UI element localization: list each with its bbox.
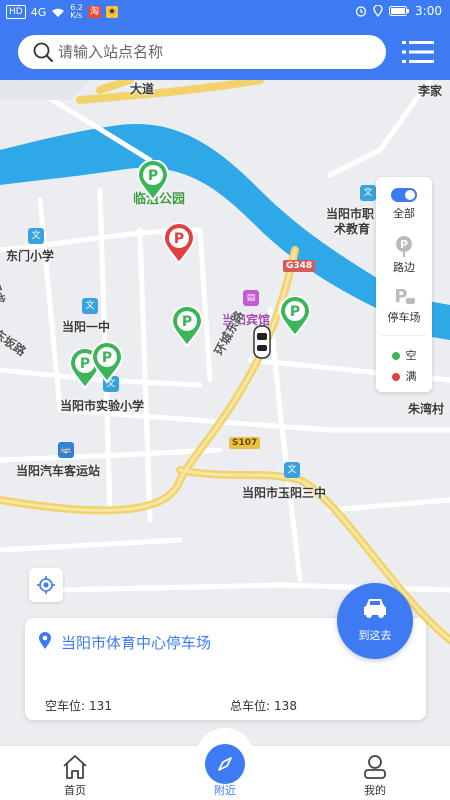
search-icon [33,42,53,62]
hotel-poi-icon: ▤ [243,290,259,306]
map-label-vocational-2: 术教育 [334,222,371,236]
legend-dot-red [391,373,400,381]
clock: 3:00 [415,4,442,18]
status-bar: HD 4G 6.2 K/s 淘 ★ 3:00 [0,0,450,24]
bus-poi-icon: 🚌 [58,442,74,458]
roadside-parking-icon: P [396,236,412,257]
svg-text:P: P [102,350,112,366]
empty-spaces-value: 131 [89,699,112,713]
filter-lot[interactable]: P 停车场 [376,285,432,325]
search-input[interactable] [58,43,358,61]
toggle-switch[interactable] [391,188,417,202]
app-notification-icon: 淘 [87,6,101,18]
header: HD 4G 6.2 K/s 淘 ★ 3:00 [0,0,450,80]
filter-lot-label: 停车场 [387,311,421,324]
locate-button[interactable] [29,568,63,602]
map-label-bus-station: 当阳汽车客运站 [16,464,101,478]
legend-full-label: 满 [405,370,417,383]
parking-pin-empty[interactable]: P [278,296,312,338]
legend-empty: 空 [376,347,432,363]
tab-home[interactable]: 首页 [30,746,120,800]
road-badge-g348: G348 [283,260,316,272]
empty-spaces-label: 空车位: [45,699,86,713]
empty-spaces: 空车位: 131 [45,697,112,714]
svg-text:P: P [182,314,192,330]
map-label-school-yizhong: 当阳一中 [62,320,111,334]
parking-pin-full[interactable]: P [162,223,196,265]
search-bar[interactable] [18,35,386,69]
svg-text:P: P [290,304,300,320]
divider [382,335,426,336]
filter-all[interactable]: 全部 [376,188,432,221]
map-label-top-road: 大道 [130,82,155,96]
current-location-car-icon [253,325,271,359]
map-label-village: 朱湾村 [408,402,445,416]
legend-full: 满 [376,368,432,384]
road-badge-s107: S107 [229,437,261,449]
svg-text:P: P [80,356,90,372]
parking-pin-empty[interactable]: P [90,342,124,384]
tab-mine-label: 我的 [364,784,386,797]
svg-text:P: P [400,238,408,251]
total-spaces: 总车位: 138 [230,697,297,714]
school-poi-icon: 文 [28,228,44,244]
legend-empty-label: 空 [405,349,417,362]
filter-roadside-label: 路边 [393,261,415,274]
location-pin-icon [39,632,51,649]
compass-icon [218,757,232,771]
map-label-top-right: 李家 [418,84,443,98]
list-menu-icon[interactable] [402,40,434,64]
total-spaces-value: 138 [274,699,297,713]
legend-dot-green [391,352,400,360]
parking-pin-empty[interactable]: P [136,160,170,202]
user-icon [364,755,386,779]
map-label-school-yuyang: 当阳市玉阳三中 [242,486,327,500]
car-icon [364,599,386,618]
navigate-button-label: 到这去 [358,629,392,642]
parking-lot-icon: P [394,286,415,307]
filter-panel: 全部 P 路边 P 停车场 空 满 [376,177,432,392]
location-status-icon [373,5,383,17]
hd-badge: HD [6,5,26,19]
tab-home-label: 首页 [64,784,86,797]
app-notification-icon-2: ★ [105,6,119,18]
filter-roadside[interactable]: P 路边 [376,235,432,275]
navigate-button[interactable]: 到这去 [337,583,413,659]
tab-nearby[interactable]: 附近 [180,744,270,800]
station-name: 当阳市体育中心停车场 [61,634,212,652]
school-poi-icon: 文 [82,298,98,314]
map-label-school-shiyan: 当阳市实验小学 [60,399,145,413]
wifi-icon [52,8,65,17]
home-icon [63,755,87,779]
school-poi-icon: 文 [284,462,300,478]
school-poi-icon: 文 [360,185,376,201]
svg-text:P: P [148,168,158,184]
target-icon [37,576,55,594]
svg-text:P: P [394,286,407,307]
svg-text:P: P [174,231,184,247]
tab-mine[interactable]: 我的 [330,746,420,800]
parking-pin-empty[interactable]: P [170,306,204,348]
filter-all-label: 全部 [393,207,415,220]
tab-nearby-label: 附近 [214,784,236,797]
map-label-school-dongmen: 东门小学 [6,249,55,263]
alarm-icon [355,6,367,17]
total-spaces-label: 总车位: [230,699,271,713]
bottom-tab-bar: 首页 附近 我的 [0,728,450,800]
network-speed: 6.2 K/s [70,3,83,20]
battery-icon [389,6,410,16]
signal-indicator: 4G [30,5,47,19]
